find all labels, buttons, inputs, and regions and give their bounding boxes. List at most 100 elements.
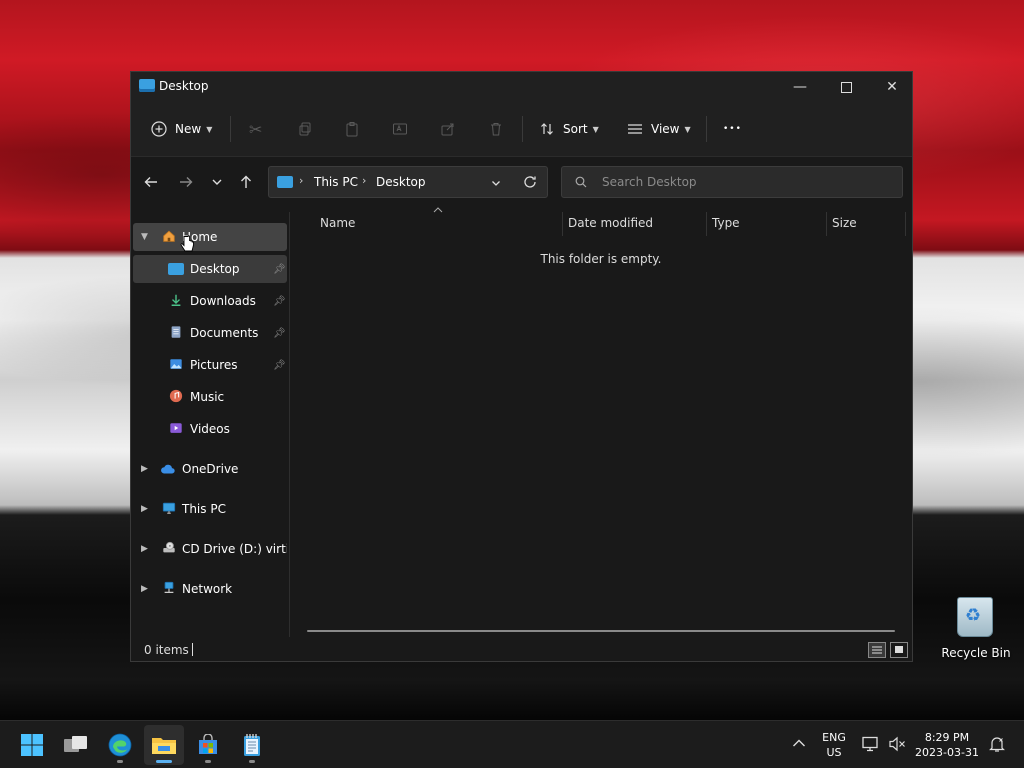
- maximize-button[interactable]: [823, 72, 869, 102]
- column-header-name[interactable]: Name: [320, 216, 355, 230]
- horizontal-scrollbar[interactable]: [307, 630, 895, 632]
- search-input[interactable]: Search Desktop: [602, 175, 697, 189]
- sidebar-label: Network: [182, 582, 233, 596]
- recycle-bin-desktop-icon[interactable]: Recycle Bin: [938, 595, 1014, 667]
- taskbar-edge[interactable]: [100, 725, 140, 765]
- sidebar-item-this-pc[interactable]: ▶ This PC: [133, 495, 287, 523]
- taskbar-file-explorer[interactable]: [144, 725, 184, 765]
- chevron-up-icon: [793, 739, 805, 747]
- search-box[interactable]: Search Desktop: [561, 166, 903, 198]
- network-status-button[interactable]: [862, 736, 880, 755]
- sidebar-item-downloads[interactable]: Downloads 📌︎: [133, 287, 287, 315]
- title-bar[interactable]: Desktop — ✕: [131, 72, 912, 102]
- column-divider[interactable]: [826, 212, 827, 236]
- notifications-button[interactable]: [988, 735, 1006, 756]
- pin-icon[interactable]: 📌︎: [273, 264, 286, 275]
- sidebar-item-home[interactable]: ▼ Home: [133, 223, 287, 251]
- plus-circle-icon: [151, 121, 167, 137]
- desktop-folder-icon: [168, 263, 184, 275]
- copy-icon: [299, 122, 311, 136]
- breadcrumb-desktop[interactable]: Desktop: [376, 175, 426, 189]
- download-icon: [171, 294, 181, 306]
- sidebar-item-music[interactable]: Music: [133, 383, 287, 411]
- column-divider[interactable]: [562, 212, 563, 236]
- running-indicator: [156, 760, 172, 763]
- forward-button[interactable]: [174, 170, 198, 194]
- sidebar-item-pictures[interactable]: Pictures 📌︎: [133, 351, 287, 379]
- sort-ascending-icon: [433, 207, 443, 213]
- sidebar-label: Videos: [190, 422, 230, 436]
- speaker-muted-icon: [889, 736, 905, 752]
- chevron-right-icon: ▶: [141, 544, 148, 554]
- language-code: ENG: [822, 731, 846, 744]
- chevron-down-icon: ▼: [592, 124, 599, 134]
- column-divider[interactable]: [706, 212, 707, 236]
- details-view-icon: [872, 646, 882, 654]
- sidebar-item-onedrive[interactable]: ▶ OneDrive: [133, 455, 287, 483]
- details-view-button[interactable]: [868, 642, 886, 658]
- share-icon: [441, 123, 454, 136]
- column-header-date-modified[interactable]: Date modified: [568, 216, 653, 230]
- breadcrumb-this-pc[interactable]: This PC: [314, 175, 358, 189]
- address-dropdown-button[interactable]: [491, 177, 501, 191]
- pin-icon[interactable]: 📌︎: [273, 328, 286, 339]
- clock[interactable]: 8:29 PM 2023-03-31: [912, 730, 982, 760]
- breadcrumb-separator-icon: ›: [362, 174, 367, 187]
- pane-splitter[interactable]: [289, 212, 290, 637]
- status-bar: 0 items: [131, 638, 912, 662]
- close-button[interactable]: ✕: [869, 72, 915, 102]
- chevron-right-icon: ▶: [141, 584, 148, 594]
- refresh-button[interactable]: [523, 175, 537, 192]
- rename-button[interactable]: [392, 115, 408, 143]
- chevron-down-icon: ▼: [684, 124, 691, 134]
- new-button[interactable]: New ▼: [151, 115, 212, 143]
- sort-button[interactable]: Sort ▼: [539, 115, 599, 143]
- sidebar-item-network[interactable]: ▶ Network: [133, 575, 287, 603]
- sidebar-item-desktop[interactable]: Desktop 📌︎: [133, 255, 287, 283]
- sidebar-item-documents[interactable]: Documents 📌︎: [133, 319, 287, 347]
- taskbar-notepad[interactable]: [232, 725, 272, 765]
- view-button[interactable]: View ▼: [627, 115, 691, 143]
- start-button[interactable]: [12, 725, 52, 765]
- desktop-folder-icon: [277, 176, 293, 188]
- share-button[interactable]: [440, 115, 456, 143]
- hand-pointer-cursor-icon: [180, 235, 194, 252]
- input-language-indicator[interactable]: ENG US: [816, 730, 852, 760]
- sidebar-label: Desktop: [190, 262, 240, 276]
- clock-time: 8:29 PM: [924, 731, 970, 744]
- up-button[interactable]: [234, 170, 258, 194]
- taskbar-store[interactable]: [188, 725, 228, 765]
- maximize-icon: [840, 81, 852, 93]
- sidebar-item-videos[interactable]: Videos: [133, 415, 287, 443]
- cloud-icon: [161, 464, 175, 474]
- sidebar-item-cd-drive[interactable]: ▶ CD Drive (D:) virtio-w: [133, 535, 287, 563]
- pin-icon[interactable]: 📌︎: [273, 296, 286, 307]
- tiles-view-icon: [895, 646, 903, 653]
- videos-icon: [170, 423, 182, 433]
- show-hidden-icons-button[interactable]: [792, 737, 806, 751]
- minimize-button[interactable]: —: [777, 72, 823, 102]
- chevron-down-icon: [492, 181, 500, 186]
- cd-drive-icon: [163, 541, 175, 553]
- recent-locations-button[interactable]: [205, 170, 229, 194]
- back-button[interactable]: [139, 170, 163, 194]
- column-divider[interactable]: [905, 212, 906, 236]
- task-view-button[interactable]: [56, 725, 96, 765]
- paste-button[interactable]: [344, 115, 360, 143]
- volume-button[interactable]: [888, 736, 906, 755]
- copy-button[interactable]: [297, 115, 313, 143]
- pictures-icon: [170, 359, 182, 369]
- delete-button[interactable]: [488, 115, 504, 143]
- running-indicator: [205, 760, 211, 763]
- cut-button[interactable]: ✂: [249, 115, 262, 143]
- file-explorer-icon: [152, 738, 176, 754]
- large-icons-view-button[interactable]: [890, 642, 908, 658]
- address-bar[interactable]: › This PC › Desktop: [268, 166, 548, 198]
- chevron-down-icon: [212, 179, 222, 185]
- sidebar-label: Music: [190, 390, 225, 404]
- column-header-type[interactable]: Type: [712, 216, 740, 230]
- file-list[interactable]: Name Date modified Type Size This folder…: [291, 207, 911, 637]
- column-header-size[interactable]: Size: [832, 216, 857, 230]
- more-options-button[interactable]: •••: [723, 115, 742, 143]
- pin-icon[interactable]: 📌︎: [273, 360, 286, 371]
